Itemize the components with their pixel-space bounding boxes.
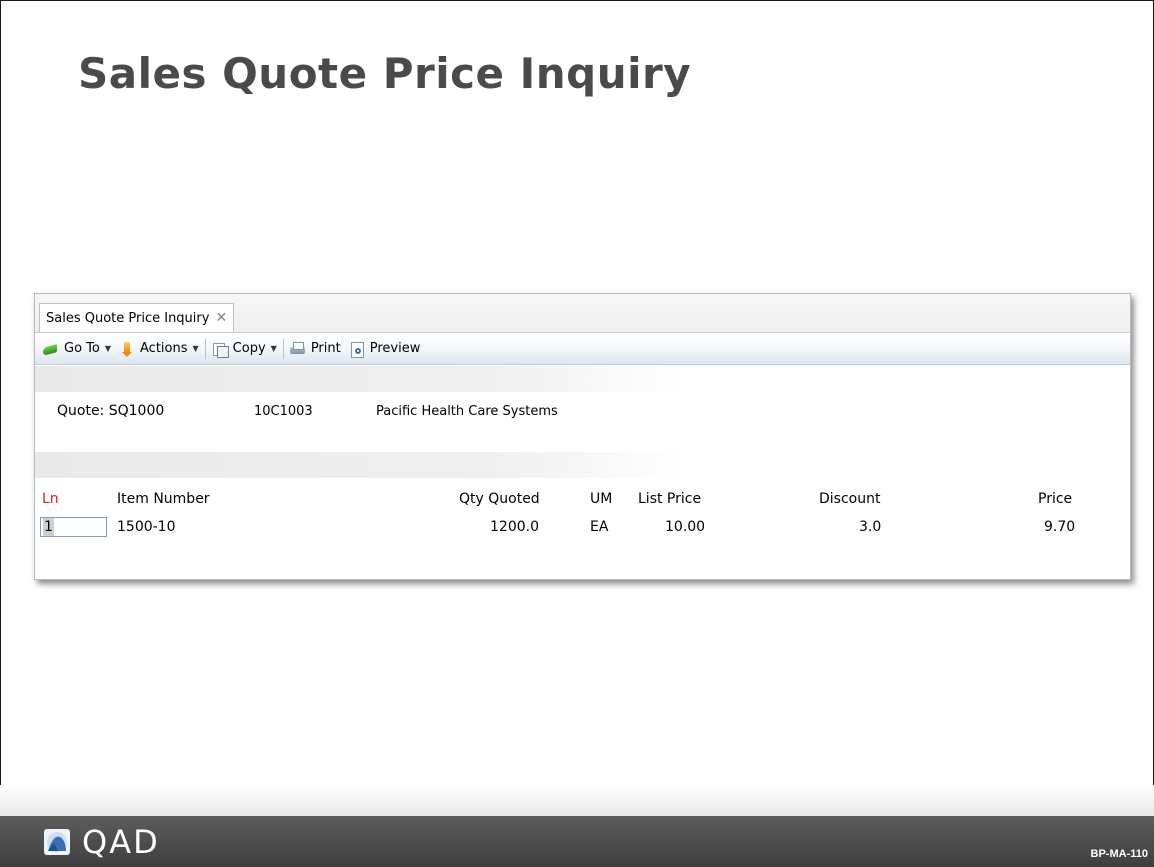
- goto-label: Go To: [64, 341, 100, 356]
- section-band: [35, 366, 685, 392]
- goto-arrow-icon: [43, 342, 59, 356]
- cell-price: 9.70: [1044, 519, 1076, 535]
- tab-sales-quote-price-inquiry[interactable]: Sales Quote Price Inquiry ✕: [39, 303, 235, 332]
- footer-bar: QAD BP-MA-110: [0, 816, 1154, 867]
- toolbar-separator: [204, 338, 206, 359]
- print-button[interactable]: Print: [286, 337, 345, 361]
- preview-label: Preview: [369, 341, 421, 356]
- preview-icon: [349, 341, 365, 358]
- cell-um: EA: [590, 519, 609, 535]
- cell-list-price: 10.00: [665, 519, 706, 535]
- print-label: Print: [310, 341, 341, 356]
- column-header-ln: Ln: [42, 491, 59, 507]
- preview-button[interactable]: Preview: [345, 337, 425, 361]
- tab-strip: Sales Quote Price Inquiry ✕: [35, 294, 1130, 333]
- printer-icon: [289, 341, 306, 356]
- toolbar-separator: [282, 338, 284, 359]
- copy-button[interactable]: Copy ▼: [208, 337, 281, 361]
- cell-qty-quoted: 1200.0: [490, 519, 539, 535]
- actions-icon: [119, 341, 135, 357]
- section-band: [35, 452, 685, 478]
- column-header-item-number: Item Number: [117, 491, 210, 507]
- toolbar: Go To ▼ Actions ▼ Copy ▼ Print Preview: [35, 333, 1130, 365]
- quote-number: Quote: SQ1000: [57, 403, 165, 419]
- dropdown-arrow-icon: ▼: [192, 344, 199, 353]
- dropdown-arrow-icon: ▼: [270, 344, 277, 353]
- qad-logo-icon: [44, 829, 70, 855]
- tab-label: Sales Quote Price Inquiry: [46, 310, 210, 326]
- close-icon[interactable]: ✕: [215, 310, 227, 326]
- slide-title: Sales Quote Price Inquiry: [78, 49, 692, 98]
- actions-button[interactable]: Actions ▼: [115, 337, 203, 361]
- column-header-price: Price: [1038, 491, 1073, 507]
- customer-name: Pacific Health Care Systems: [376, 404, 558, 419]
- bottom-gradient: [0, 785, 1154, 817]
- goto-button[interactable]: Go To ▼: [39, 337, 115, 361]
- customer-code: 10C1003: [254, 404, 313, 419]
- line-number-input[interactable]: 1: [40, 517, 107, 537]
- column-header-discount: Discount: [819, 491, 881, 507]
- copy-label: Copy: [232, 341, 266, 356]
- copy-icon: [212, 342, 229, 358]
- slide-code: BP-MA-110: [1090, 848, 1148, 860]
- slide-frame: Sales Quote Price Inquiry Sales Quote Pr…: [0, 0, 1154, 816]
- line-number-value: 1: [43, 518, 54, 536]
- column-header-list-price: List Price: [638, 491, 702, 507]
- logo-text: QAD: [82, 823, 160, 861]
- cell-discount: 3.0: [859, 519, 882, 535]
- dropdown-arrow-icon: ▼: [104, 344, 112, 353]
- actions-label: Actions: [140, 341, 188, 356]
- app-window: Sales Quote Price Inquiry ✕ Go To ▼ Acti…: [34, 293, 1131, 580]
- column-header-um: UM: [590, 491, 613, 507]
- column-header-qty-quoted: Qty Quoted: [459, 491, 540, 507]
- cell-item-number: 1500-10: [117, 519, 176, 535]
